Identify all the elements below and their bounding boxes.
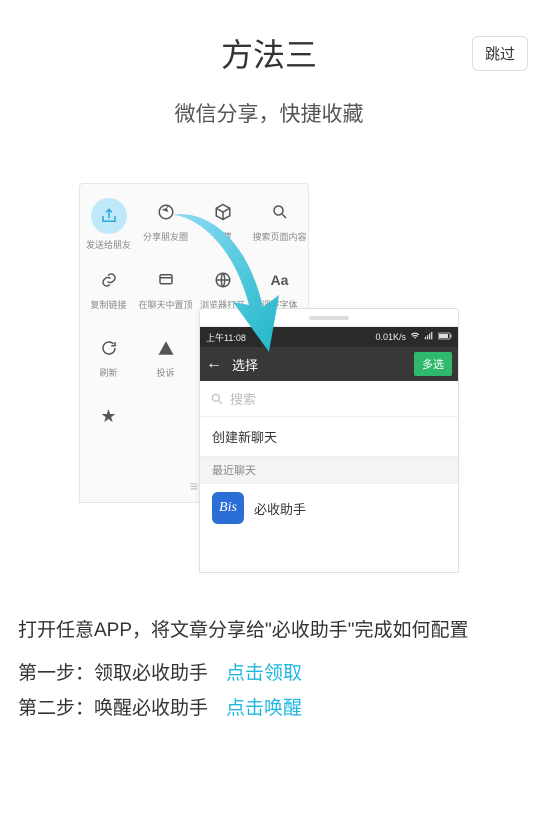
search-page: 搜索页面内容 (251, 198, 308, 266)
skip-button[interactable]: 跳过 (472, 36, 528, 71)
nav-bar: ← 选择 多选 (200, 347, 458, 381)
grid-label: 收藏 (213, 230, 231, 243)
favorite: 收藏 (194, 198, 251, 266)
illustration: 发送给朋友 分享朋友圈 收藏 搜索页面内容 (79, 183, 459, 573)
report: 投诉 (137, 334, 194, 402)
page-title: 方法三 (0, 30, 538, 76)
browser-icon (209, 266, 237, 294)
multi-select-button: 多选 (414, 352, 452, 376)
back-icon: ← (206, 355, 222, 373)
status-net: 0.01K/s (375, 332, 406, 342)
grid-label: 投诉 (156, 366, 174, 379)
steps: 第一步：领取必收助手 点击领取 第二步：唤醒必收助手 点击唤醒 (18, 658, 520, 720)
nav-title: 选择 (232, 355, 414, 374)
copy-link: 复制链接 (80, 266, 137, 334)
battery-icon (438, 332, 452, 342)
step1-label: 第一步：领取必收助手 (18, 658, 208, 685)
recent-label: 最近聊天 (200, 457, 458, 484)
link-icon (95, 266, 123, 294)
refresh: 刷新 (80, 334, 137, 402)
pin-chat: 在聊天中置顶 (137, 266, 194, 334)
search-icon (210, 392, 224, 406)
chat-avatar: Bis (212, 492, 244, 524)
font-icon: Aa (266, 266, 294, 294)
chat-row: Bis 必收助手 (200, 484, 458, 532)
report-icon (152, 334, 180, 362)
instruction-text: 打开任意APP，将文章分享给"必收助手"完成如何配置 (18, 613, 520, 648)
share-icon (91, 198, 127, 234)
star-icon: ★ (95, 402, 123, 430)
cube-icon (209, 198, 237, 226)
status-bar: 上午11:08 0.01K/s (200, 327, 458, 347)
signal-icon (424, 331, 434, 343)
step2-label: 第二步：唤醒必收助手 (18, 693, 208, 720)
grid-label: 复制链接 (90, 298, 126, 311)
create-chat-row: 创建新聊天 (200, 417, 458, 457)
grid-label: 刷新 (99, 366, 117, 379)
star: ★ (80, 402, 137, 470)
chat-name: 必收助手 (254, 499, 306, 518)
grid-label: 在聊天中置顶 (138, 298, 192, 311)
step1-link[interactable]: 点击领取 (226, 658, 302, 685)
share-moments: 分享朋友圈 (137, 198, 194, 266)
wifi-icon (410, 331, 420, 343)
status-time: 上午11:08 (206, 331, 246, 344)
aperture-icon (152, 198, 180, 226)
search-icon (266, 198, 294, 226)
grid-label: 发送给朋友 (86, 238, 131, 251)
step2-link[interactable]: 点击唤醒 (226, 693, 302, 720)
search-placeholder: 搜索 (230, 389, 256, 408)
pin-icon (152, 266, 180, 294)
search-row: 搜索 (200, 381, 458, 417)
grid-label: 搜索页面内容 (252, 230, 306, 243)
chat-select-screen: 上午11:08 0.01K/s ← 选择 多选 搜索 创建新聊 (199, 308, 459, 573)
page-subtitle: 微信分享，快捷收藏 (0, 98, 538, 128)
send-to-friend: 发送给朋友 (80, 198, 137, 266)
grid-label: 分享朋友圈 (143, 230, 188, 243)
refresh-icon (95, 334, 123, 362)
